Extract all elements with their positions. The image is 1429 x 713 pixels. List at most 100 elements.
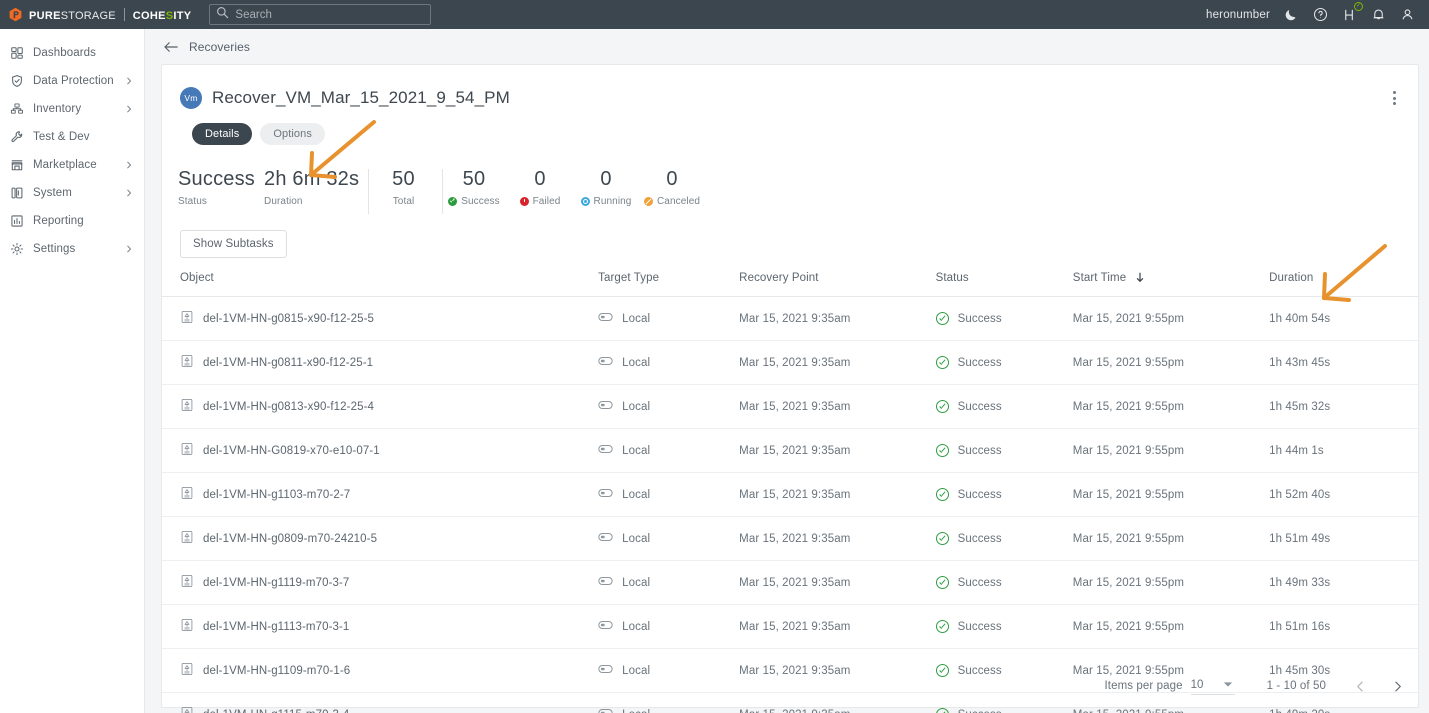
help-icon[interactable]	[1313, 7, 1328, 22]
sidebar-item-label: Test & Dev	[33, 131, 90, 143]
cell-duration: 1h 45m 32s	[1269, 384, 1418, 429]
sidebar-item-inventory[interactable]: Inventory	[0, 95, 144, 123]
cell-object[interactable]: del-1VM-HN-g0815-x90-f12-25-5	[162, 296, 599, 341]
sidebar-item-settings[interactable]: Settings	[0, 235, 144, 263]
cell-duration: 1h 52m 40s	[1269, 472, 1418, 517]
target-type-label: Local	[622, 620, 651, 633]
cell-object[interactable]: del-1VM-HN-g1113-m70-3-1	[162, 604, 599, 649]
object-name: del-1VM-HN-g1119-m70-3-7	[203, 576, 350, 589]
cell-object[interactable]: del-1VM-HN-g1119-m70-3-7	[162, 560, 599, 605]
local-target-icon	[598, 532, 613, 545]
previous-page-button[interactable]	[1354, 680, 1367, 693]
tab-options[interactable]: Options	[260, 123, 325, 145]
cell-object[interactable]: del-1VM-HN-g1109-m70-1-6	[162, 648, 599, 693]
next-page-button[interactable]	[1391, 680, 1404, 693]
sidebar-item-test-and-dev[interactable]: Test & Dev	[0, 123, 144, 151]
object-name: del-1VM-HN-g0809-m70-24210-5	[203, 532, 378, 545]
sidebar-item-marketplace[interactable]: Marketplace	[0, 151, 144, 179]
stat-success-value: 50	[462, 168, 486, 190]
cell-object[interactable]: del-1VM-HN-g0813-x90-f12-25-4	[162, 384, 599, 429]
vm-object-icon	[180, 442, 194, 459]
cell-status: Success	[935, 340, 1073, 385]
table-row[interactable]: del-1VM-HN-g0815-x90-f12-25-5 Local Mar 15…	[162, 296, 1418, 341]
vm-object-icon	[180, 310, 194, 327]
chevron-right-icon	[124, 160, 134, 170]
status-label: Success	[957, 312, 1002, 325]
cell-object[interactable]: del-1VM-HN-g1115-m70-3-4	[162, 692, 599, 713]
local-target-icon	[598, 400, 613, 413]
local-target-icon	[598, 708, 613, 713]
back-arrow-icon[interactable]	[163, 39, 179, 55]
cell-start-time: Mar 15, 2021 9:55pm	[1072, 428, 1270, 473]
target-type-label: Local	[622, 400, 651, 413]
breadcrumb-label[interactable]: Recoveries	[189, 40, 250, 54]
brand-logo[interactable]: PURESTORAGE COHESITY	[8, 0, 191, 29]
cell-object[interactable]: del-1VM-HN-G0819-x70-e10-07-1	[162, 428, 599, 473]
column-header-object[interactable]: Object	[162, 272, 599, 297]
table-row[interactable]: del-1VM-HN-g1113-m70-3-1 Local Mar 15, 202…	[162, 604, 1418, 649]
local-target-icon	[598, 356, 613, 369]
items-per-page-select[interactable]: 10	[1190, 677, 1235, 695]
local-target-icon	[598, 488, 613, 501]
more-options-icon[interactable]	[1389, 87, 1400, 109]
target-type-label: Local	[622, 444, 651, 457]
table-row[interactable]: del-1VM-HN-g0813-x90-f12-25-4 Local Mar 15…	[162, 384, 1418, 429]
cell-object[interactable]: del-1VM-HN-g0811-x90-f12-25-1	[162, 340, 599, 385]
column-header-recovery-point[interactable]: Recovery Point	[739, 272, 936, 297]
cell-start-time: Mar 15, 2021 9:55pm	[1072, 384, 1270, 429]
dashboards-icon	[6, 46, 28, 60]
column-header-start-time[interactable]: Start Time	[1072, 272, 1270, 297]
success-check-icon	[935, 400, 949, 413]
local-target-icon	[598, 576, 613, 589]
sidebar-item-system[interactable]: System	[0, 179, 144, 207]
table-row[interactable]: del-1VM-HN-g1119-m70-3-7 Local Mar 15, 202…	[162, 560, 1418, 605]
stat-failed-value: 0	[534, 168, 546, 190]
sidebar-item-reporting[interactable]: Reporting	[0, 207, 144, 235]
search-input[interactable]	[235, 8, 406, 21]
system-icon	[6, 186, 28, 200]
column-header-duration[interactable]: Duration	[1269, 272, 1418, 297]
chevron-right-icon	[124, 76, 134, 86]
helios-icon[interactable]: ✓	[1342, 1, 1363, 23]
username-label[interactable]: heronumber	[1206, 9, 1270, 21]
table-row[interactable]: del-1VM-HN-g0809-m70-24210-5 Local Mar 15,…	[162, 516, 1418, 561]
running-status-icon	[580, 197, 590, 206]
sort-descending-icon	[1135, 272, 1145, 283]
cell-duration: 1h 49m 33s	[1269, 560, 1418, 605]
status-label: Success	[958, 709, 1002, 713]
cell-target-type: Local	[598, 516, 740, 561]
local-target-icon	[598, 444, 613, 457]
sidebar-item-dashboards[interactable]: Dashboards	[0, 39, 144, 67]
success-status-icon	[448, 197, 458, 206]
target-type-label: Local	[622, 356, 651, 369]
cell-object[interactable]: del-1VM-HN-g1103-m70-2-7	[162, 472, 599, 517]
cell-target-type: Local	[598, 296, 740, 341]
tab-details[interactable]: Details	[192, 123, 253, 145]
cell-duration: 1h 51m 49s	[1269, 516, 1418, 561]
notifications-icon[interactable]	[1371, 7, 1386, 22]
cell-object[interactable]: del-1VM-HN-g0809-m70-24210-5	[162, 516, 599, 561]
cell-status: Success	[935, 296, 1073, 341]
table-row[interactable]: del-1VM-HN-g0811-x90-f12-25-1 Local Mar 15…	[162, 340, 1418, 385]
status-label: Success	[957, 356, 1002, 369]
object-name: del-1VM-HN-g0811-x90-f12-25-1	[203, 356, 374, 369]
column-header-status[interactable]: Status	[935, 272, 1073, 297]
column-header-target-type[interactable]: Target Type	[598, 272, 740, 297]
stat-total-value: 50	[392, 168, 415, 190]
table-row[interactable]: del-1VM-HN-G0819-x70-e10-07-1 Local Mar 15…	[162, 428, 1418, 473]
show-subtasks-button[interactable]: Show Subtasks	[180, 230, 287, 258]
sidebar-item-data-protection[interactable]: Data Protection	[0, 67, 144, 95]
sidebar-item-label: Marketplace	[33, 159, 97, 171]
cell-start-time: Mar 15, 2021 9:55pm	[1072, 692, 1270, 713]
stat-running: 0 Running	[575, 167, 641, 207]
account-icon[interactable]	[1400, 7, 1415, 22]
cell-target-type: Local	[598, 428, 740, 473]
table-row[interactable]: del-1VM-HN-g1115-m70-3-4 Local Mar 15, 202…	[162, 692, 1418, 713]
subtasks-toolbar: Show Subtasks	[162, 214, 1418, 258]
status-label: Success	[957, 400, 1002, 413]
cell-start-time: Mar 15, 2021 9:55pm	[1072, 604, 1270, 649]
cell-recovery-point: Mar 15, 2021 9:35am	[739, 692, 936, 713]
dark-mode-icon[interactable]	[1284, 7, 1299, 22]
table-row[interactable]: del-1VM-HN-g1103-m70-2-7 Local Mar 15, 202…	[162, 472, 1418, 517]
search-box[interactable]	[209, 4, 432, 25]
